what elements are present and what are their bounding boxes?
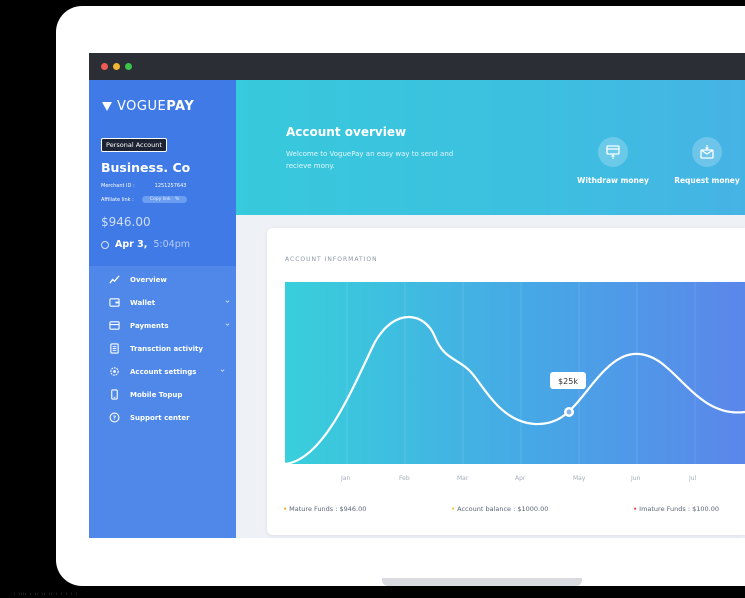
legend-text: Imature Funds : $100.00 — [639, 505, 719, 513]
legend-account-balance: • Account balance : $1000.00 — [451, 505, 548, 513]
page-title: Account overview — [286, 125, 407, 139]
account-information-card: ACCOUNT INFORMATION $25k Jan Feb Mar Apr May… — [267, 228, 745, 535]
sidebar-item-label: Overview — [130, 275, 167, 284]
legend-bullet-icon: • — [451, 505, 456, 513]
brand-logo[interactable]: VOGUEPAY — [102, 99, 194, 114]
business-name: Business. Co — [101, 160, 191, 175]
image-caption: ᵢ ᵢₗₗᵢ ᵢ ᵢₗ ᵢₗ ᵢₗ ᵢ ᵢ ₗ ₗ ₗ — [14, 590, 78, 597]
merchant-id-row: Merchant ID : 1251257643 — [101, 183, 186, 189]
legend-text: Account balance : $1000.00 — [457, 505, 549, 513]
chart-plot-area — [285, 282, 745, 464]
date-time-row: Apr 3, 5:04pm — [101, 239, 190, 250]
laptop-hinge — [382, 578, 582, 586]
sidebar-item-transaction-activity[interactable]: Transction activity — [89, 337, 236, 360]
current-date: Apr 3, — [115, 239, 148, 250]
gear-icon — [110, 367, 119, 376]
withdraw-card-icon — [606, 145, 620, 159]
phone-icon — [111, 389, 118, 400]
copy-link-label: Copy link — [149, 197, 171, 202]
sidebar-item-payments[interactable]: Payments — [89, 314, 236, 337]
sidebar-item-wallet[interactable]: Wallet — [89, 291, 236, 314]
sidebar-nav: Overview Wallet Payments Transction acti… — [89, 268, 236, 429]
clock-icon — [101, 240, 109, 249]
account-type-badge: Personal Account — [101, 138, 167, 152]
withdraw-money-button[interactable]: Withdraw money — [563, 137, 663, 185]
x-tick-label: Jan — [341, 475, 351, 482]
sidebar: VOGUEPAY Personal Account Business. Co M… — [89, 80, 236, 538]
x-tick-label: Feb — [399, 475, 410, 482]
request-icon-circle — [692, 137, 722, 167]
minimize-window-button[interactable] — [113, 63, 120, 70]
sidebar-item-label: Transction activity — [130, 344, 203, 353]
request-money-label: Request money — [674, 176, 740, 185]
current-time: 5:04pm — [153, 239, 190, 250]
legend-bullet-icon: • — [633, 505, 638, 513]
legend-bullet-icon: • — [283, 505, 288, 513]
link-icon: % — [174, 197, 180, 202]
x-tick-label: Jun — [631, 475, 641, 482]
merchant-id-value: 1251257643 — [154, 183, 187, 189]
card-heading: ACCOUNT INFORMATION — [285, 256, 378, 263]
account-panel: VOGUEPAY Personal Account Business. Co M… — [89, 80, 236, 266]
sidebar-item-label: Account settings — [130, 367, 197, 376]
sidebar-item-overview[interactable]: Overview — [89, 268, 236, 291]
balance-line-chart: $25k — [285, 282, 745, 464]
chevron-down-icon — [225, 323, 230, 326]
sidebar-item-label: Wallet — [130, 298, 156, 307]
close-window-button[interactable] — [101, 63, 108, 70]
chevron-down-icon — [225, 300, 230, 303]
chart-tooltip: $25k — [550, 372, 586, 389]
window-titlebar — [89, 53, 745, 80]
legend-mature-funds: • Mature Funds : $946.00 — [283, 505, 366, 513]
brand-name: VOGUE — [117, 99, 167, 114]
brand-name-bold: PAY — [166, 99, 195, 114]
sidebar-item-account-settings[interactable]: Account settings — [89, 360, 236, 383]
request-money-button[interactable]: Request money — [657, 137, 745, 185]
request-mail-icon — [700, 145, 714, 159]
account-balance: $946.00 — [101, 215, 151, 229]
account-overview-banner: Account overview Welcome to VoguePay an … — [236, 80, 745, 215]
sidebar-item-label: Payments — [130, 321, 169, 330]
x-tick-label: Mar — [457, 475, 469, 482]
chart-highlight-point-inner — [566, 409, 572, 415]
x-tick-label: May — [573, 475, 586, 482]
wallet-icon — [109, 298, 120, 307]
legend-text: Mature Funds : $946.00 — [289, 505, 367, 513]
x-tick-label: Jul — [689, 475, 697, 482]
withdraw-icon-circle — [598, 137, 628, 167]
logo-v-icon — [102, 102, 112, 111]
maximize-window-button[interactable] — [125, 63, 132, 70]
chart-tooltip-label: $25k — [558, 377, 578, 386]
svg-text:?: ? — [113, 416, 116, 422]
document-icon — [110, 343, 119, 354]
copy-link-button[interactable]: Copy link % — [141, 196, 188, 203]
sidebar-item-label: Support center — [130, 413, 190, 422]
sidebar-item-label: Mobile Topup — [130, 390, 183, 399]
withdraw-money-label: Withdraw money — [577, 176, 649, 185]
x-tick-label: Apr — [515, 475, 526, 482]
card-icon — [109, 321, 120, 330]
page-subtitle: Welcome to VoguePay an easy way to send … — [286, 150, 454, 170]
affiliate-link-label: Affiliate link : — [101, 196, 134, 203]
legend-imature-funds: • Imature Funds : $100.00 — [633, 505, 719, 513]
chevron-down-icon — [220, 369, 225, 372]
sidebar-item-mobile-topup[interactable]: Mobile Topup — [89, 383, 236, 406]
merchant-id-label: Merchant ID : — [101, 183, 135, 189]
help-icon: ? — [109, 412, 120, 423]
affiliate-link-row: Affiliate link : Copy link % — [101, 196, 188, 203]
trend-chart-icon — [109, 275, 120, 284]
sidebar-item-support-center[interactable]: ? Support center — [89, 406, 236, 429]
